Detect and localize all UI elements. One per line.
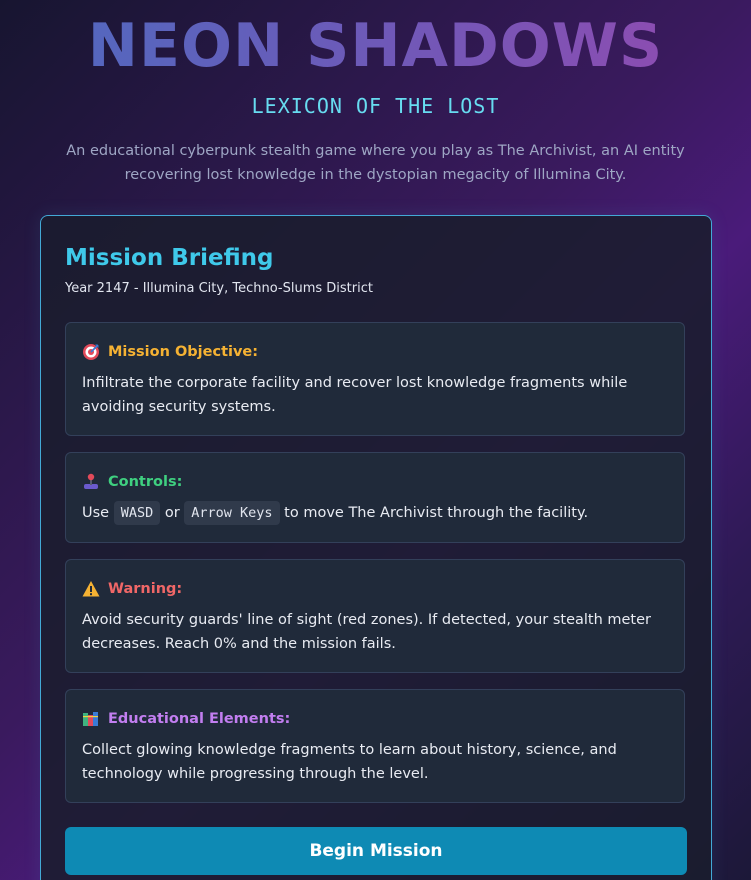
section-label: Educational Elements: <box>108 711 291 727</box>
section-text: Infiltrate the corporate facility and re… <box>82 375 628 415</box>
section-text: Collect glowing knowledge fragments to l… <box>82 742 617 782</box>
game-title: NEON SHADOWS <box>0 12 751 80</box>
key-arrow-keys: Arrow Keys <box>184 501 280 525</box>
section-mission-objective: Mission Objective: Infiltrate the corpor… <box>65 322 685 436</box>
warning-icon <box>82 580 100 598</box>
controls-text-mid: or <box>164 505 180 521</box>
section-head: Warning: <box>82 577 668 601</box>
game-subtitle: LEXICON OF THE LOST <box>251 94 500 118</box>
section-label: Warning: <box>108 581 183 597</box>
section-head: Educational Elements: <box>82 707 668 731</box>
books-icon <box>82 710 100 728</box>
section-head: Mission Objective: <box>82 340 668 364</box>
mission-briefing-card: Mission Briefing Year 2147 - Illumina Ci… <box>40 215 712 880</box>
briefing-meta: Year 2147 - Illumina City, Techno-Slums … <box>65 281 373 296</box>
joystick-icon <box>82 473 100 491</box>
section-text: Use WASD or Arrow Keys to move The Archi… <box>82 501 668 525</box>
controls-text-prefix: Use <box>82 505 110 521</box>
section-controls: Controls: Use WASD or Arrow Keys to move… <box>65 452 685 543</box>
section-educational-elements: Educational Elements: Collect glowing kn… <box>65 689 685 803</box>
header: NEON SHADOWS LEXICON OF THE LOST An educ… <box>0 0 751 187</box>
target-icon <box>82 343 100 361</box>
game-description: An educational cyberpunk stealth game wh… <box>66 143 685 183</box>
key-wasd: WASD <box>113 501 161 525</box>
section-label: Controls: <box>108 474 183 490</box>
briefing-title: Mission Briefing <box>65 245 274 271</box>
section-warning: Warning: Avoid security guards' line of … <box>65 559 685 673</box>
section-head: Controls: <box>82 470 668 494</box>
begin-mission-button[interactable]: Begin Mission <box>65 827 687 875</box>
section-text: Avoid security guards' line of sight (re… <box>82 612 652 652</box>
section-label: Mission Objective: <box>108 344 259 360</box>
controls-text-suffix: to move The Archivist through the facili… <box>284 505 589 521</box>
